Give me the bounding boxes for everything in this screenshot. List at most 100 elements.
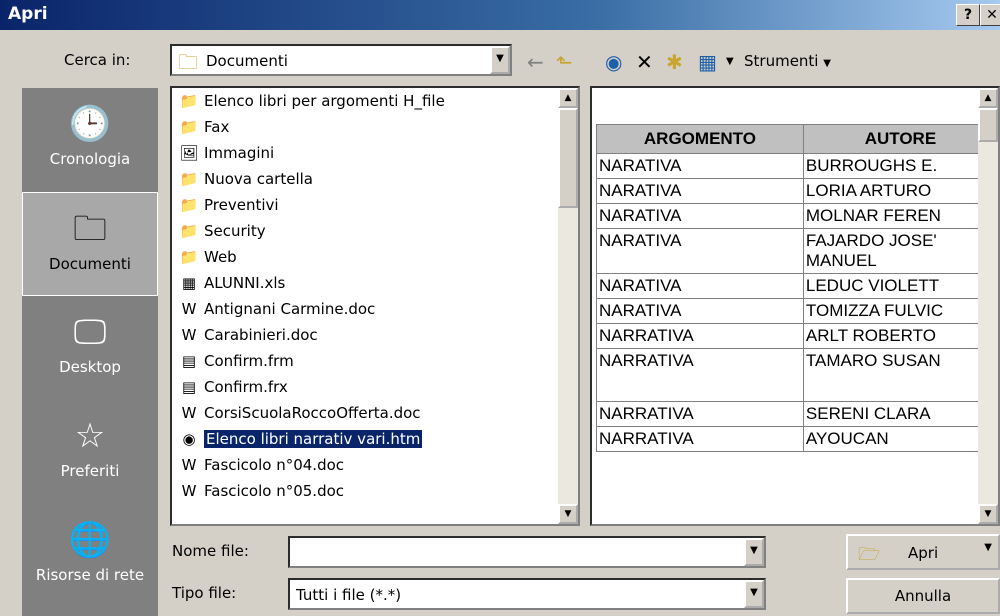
list-item[interactable]: 📁 Security xyxy=(178,218,266,244)
look-in-dropdown-button[interactable]: ▼ xyxy=(490,46,510,74)
place-documents[interactable]: 🗀 Documenti xyxy=(22,192,158,296)
search-web-icon[interactable]: ◉ xyxy=(605,50,622,74)
scroll-up-button[interactable]: ▲ xyxy=(978,88,998,108)
file-list: 📁 Elenco libri per argomenti H_file 📁 Fax … xyxy=(170,86,580,526)
scroll-thumb[interactable] xyxy=(558,108,578,208)
file-name: Fascicolo n°04.doc xyxy=(204,456,345,474)
list-item[interactable]: W CorsiScuolaRoccoOfferta.doc xyxy=(178,400,421,426)
favorites-icon: ☆ xyxy=(74,416,106,456)
filetype-combo[interactable]: Tutti i file (*.*) ▼ xyxy=(288,578,766,610)
list-item[interactable]: 📁 Fax xyxy=(178,114,230,140)
list-item[interactable]: 🖼 Immagini xyxy=(178,140,274,166)
table-cell: ARLT ROBERTO xyxy=(802,323,998,349)
file-icon: ▦ xyxy=(181,274,197,292)
place-favorites[interactable]: ☆ Preferiti xyxy=(22,400,158,504)
place-label: Preferiti xyxy=(60,462,120,480)
place-history[interactable]: 🕒 Cronologia xyxy=(22,88,158,192)
filename-dropdown-button[interactable]: ▼ xyxy=(744,538,764,566)
tools-dropdown-icon: ▼ xyxy=(823,58,831,69)
scroll-down-button[interactable]: ▼ xyxy=(558,504,578,524)
new-folder-icon[interactable]: ✱ xyxy=(666,50,683,74)
table-cell: MOLNAR FEREN xyxy=(802,203,998,229)
window-title: Apri xyxy=(8,4,48,24)
back-arrow-icon[interactable]: ← xyxy=(527,50,544,74)
place-label: Documenti xyxy=(49,255,131,273)
filename-combo[interactable]: ▼ xyxy=(288,536,766,568)
table-cell: NARRATIVA xyxy=(596,323,804,349)
file-icon: ◉ xyxy=(182,430,196,448)
file-icon: 📁 xyxy=(179,196,199,214)
scroll-thumb[interactable] xyxy=(978,108,998,142)
table-cell: TOMIZZA FULVIC xyxy=(802,298,998,324)
views-icon[interactable]: ▦ xyxy=(698,50,717,74)
table-cell: NARATIVA xyxy=(596,298,804,324)
file-list-scrollbar[interactable]: ▲ ▼ xyxy=(558,88,578,524)
list-item[interactable]: ▤ Confirm.frx xyxy=(178,374,288,400)
network-icon: 🌐 xyxy=(68,520,112,560)
open-dropdown-icon[interactable]: ▼ xyxy=(984,542,992,553)
list-item[interactable]: ▤ Confirm.frm xyxy=(178,348,294,374)
open-button[interactable]: 🗁 Apri ▼ xyxy=(846,534,1000,570)
preview-pane: ARGOMENTO AUTORE NARATIVA BURROUGHS E. NA… xyxy=(590,86,1000,526)
up-folder-icon[interactable]: ⬑ xyxy=(556,50,573,74)
place-network[interactable]: 🌐 Risorse di rete xyxy=(22,504,158,608)
table-cell: FAJARDO JOSE' MANUEL xyxy=(802,228,998,274)
place-label: Desktop xyxy=(59,358,121,376)
table-row: NARATIVA TOMIZZA FULVIC xyxy=(596,298,998,324)
list-item[interactable]: W Fascicolo n°04.doc xyxy=(178,452,344,478)
preview-scrollbar[interactable]: ▲ ▼ xyxy=(978,88,998,524)
folder-icon: 🗀 xyxy=(178,50,198,74)
look-in-combo[interactable]: 🗀 Documenti ▼ xyxy=(170,44,512,76)
table-cell: LEDUC VIOLETT xyxy=(802,273,998,299)
open-dialog: Apri ? ✕ Cerca in: 🗀 Documenti ▼ ← ⬑ ◉ ✕… xyxy=(0,0,1000,616)
delete-icon[interactable]: ✕ xyxy=(636,50,653,74)
list-item-selected[interactable]: ◉ Elenco libri narrativ vari.htm xyxy=(178,426,423,452)
file-name: Antignani Carmine.doc xyxy=(204,300,376,318)
file-icon: 📁 xyxy=(179,92,199,110)
history-icon: 🕒 xyxy=(68,104,112,144)
list-item[interactable]: 📁 Web xyxy=(178,244,237,270)
list-item[interactable]: 📁 Preventivi xyxy=(178,192,279,218)
file-name: Nuova cartella xyxy=(204,170,313,188)
look-in-label: Cerca in: xyxy=(64,51,131,69)
views-dropdown-icon[interactable]: ▼ xyxy=(726,56,734,67)
scroll-down-button[interactable]: ▼ xyxy=(978,504,998,524)
table-header: AUTORE xyxy=(802,124,998,154)
table-cell: NARATIVA xyxy=(596,228,804,274)
table-row: NARATIVA LORIA ARTURO xyxy=(596,178,998,204)
list-item[interactable]: 📁 Nuova cartella xyxy=(178,166,313,192)
list-item[interactable]: W Fascicolo n°05.doc xyxy=(178,478,344,504)
list-item[interactable]: 📁 Elenco libri per argomenti H_file xyxy=(178,88,445,114)
file-name: Carabinieri.doc xyxy=(204,326,318,344)
tools-menu[interactable]: Strumenti ▼ xyxy=(744,52,831,70)
table-row: NARRATIVA TAMARO SUSAN xyxy=(596,348,998,402)
filetype-dropdown-button[interactable]: ▼ xyxy=(744,580,764,608)
list-item[interactable]: W Antignani Carmine.doc xyxy=(178,296,376,322)
file-icon: 📁 xyxy=(179,170,199,188)
table-row: NARRATIVA SERENI CLARA xyxy=(596,401,998,427)
preview-table: ARGOMENTO AUTORE NARATIVA BURROUGHS E. NA… xyxy=(596,124,998,452)
file-icon: 🖼 xyxy=(179,144,199,162)
file-name: Immagini xyxy=(204,144,275,162)
scroll-up-button[interactable]: ▲ xyxy=(558,88,578,108)
desktop-icon: 🖵 xyxy=(73,312,107,352)
open-button-label: Apri xyxy=(908,544,939,562)
filename-label: Nome file: xyxy=(172,542,249,560)
list-item[interactable]: W Carabinieri.doc xyxy=(178,322,318,348)
table-row: NARRATIVA ARLT ROBERTO xyxy=(596,323,998,349)
documents-folder-icon: 🗀 xyxy=(73,209,107,249)
table-cell: LORIA ARTURO xyxy=(802,178,998,204)
filetype-value: Tutti i file (*.*) xyxy=(296,586,402,604)
list-item[interactable]: ▦ ALUNNI.xls xyxy=(178,270,285,296)
table-cell: NARATIVA xyxy=(596,153,804,179)
file-icon: W xyxy=(181,456,197,474)
filetype-label: Tipo file: xyxy=(172,584,237,602)
help-button[interactable]: ? xyxy=(956,4,980,26)
place-label: Cronologia xyxy=(49,150,131,168)
close-button[interactable]: ✕ xyxy=(980,4,1000,26)
place-desktop[interactable]: 🖵 Desktop xyxy=(22,296,158,400)
file-icon: 📁 xyxy=(179,118,199,136)
table-cell: TAMARO SUSAN xyxy=(802,348,998,402)
file-name: Elenco libri per argomenti H_file xyxy=(204,92,445,110)
cancel-button[interactable]: Annulla xyxy=(846,578,1000,614)
